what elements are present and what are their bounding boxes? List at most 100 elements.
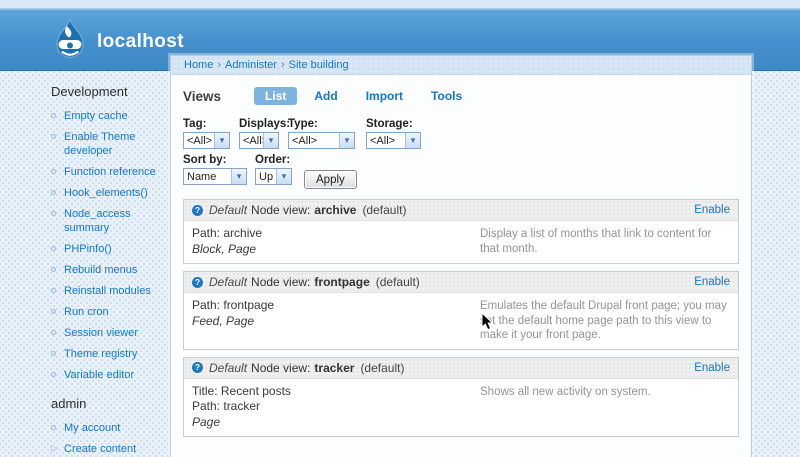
sidebar-link[interactable]: Reinstall modules <box>64 285 151 297</box>
views-list: ? Default Node view: archive (default) E… <box>183 199 739 437</box>
sidebar-item-hook-elements[interactable]: Hook_elements() <box>51 186 168 200</box>
view-description: Display a list of months that link to co… <box>480 228 712 255</box>
tab-add[interactable]: Add <box>303 87 348 105</box>
circle-bullet-icon <box>51 288 56 293</box>
help-icon[interactable]: ? <box>192 276 203 288</box>
type-select[interactable]: <All> ▾ <box>288 132 355 149</box>
view-name: tracker <box>314 360 355 375</box>
view-displays: Block, Page <box>192 241 257 256</box>
order-select[interactable]: Up ▾ <box>255 168 292 185</box>
view-prefix: Default <box>209 203 248 217</box>
view-path: Path: archive <box>192 226 263 240</box>
view-row-archive: ? Default Node view: archive (default) E… <box>183 199 739 264</box>
breadcrumb-administer[interactable]: Administer <box>225 59 277 71</box>
enable-link[interactable]: Enable <box>694 204 730 216</box>
circle-bullet-icon <box>51 211 56 216</box>
drupal-logo-icon[interactable] <box>52 17 88 68</box>
sidebar-link[interactable]: Rebuild menus <box>64 264 137 276</box>
breadcrumb-separator: › <box>217 59 222 71</box>
tag-filter-label: Tag: <box>183 118 207 130</box>
circle-bullet-icon <box>51 267 56 272</box>
sidebar: Development Empty cache Enable Theme dev… <box>0 76 170 457</box>
tab-list[interactable]: List <box>254 87 298 105</box>
dropdown-arrow-icon: ▾ <box>276 169 291 184</box>
dropdown-arrow-icon: ▾ <box>339 133 354 148</box>
tab-import[interactable]: Import <box>355 87 414 105</box>
site-name[interactable]: localhost <box>97 31 184 53</box>
view-name: frontpage <box>314 275 370 289</box>
circle-bullet-icon <box>51 372 56 377</box>
circle-bullet-icon <box>51 190 56 195</box>
dropdown-arrow-icon: ▾ <box>231 169 246 184</box>
tag-select[interactable]: <All> ▾ <box>183 132 230 149</box>
storage-select[interactable]: <All> ▾ <box>366 132 421 149</box>
view-prefix: Default <box>209 275 248 289</box>
mouse-cursor <box>481 311 494 337</box>
view-details: Path: archive Block, Page <box>192 226 480 257</box>
sidebar-link[interactable]: Run cron <box>64 306 109 318</box>
apply-button[interactable]: Apply <box>304 170 357 189</box>
view-description: Shows all new activity on system. <box>480 385 651 398</box>
circle-bullet-icon <box>51 134 56 139</box>
view-row-header: ? Default Node view: archive (default) E… <box>184 200 738 221</box>
circle-bullet-icon <box>51 246 56 251</box>
sidebar-item-phpinfo[interactable]: PHPinfo() <box>51 242 168 256</box>
enable-link[interactable]: Enable <box>694 276 730 288</box>
sidebar-link[interactable]: PHPinfo() <box>64 243 112 255</box>
sort-by-select-value: Name <box>187 170 217 183</box>
storage-filter-label: Storage: <box>366 118 413 130</box>
tab-tools[interactable]: Tools <box>420 87 473 105</box>
view-row-body: Path: archive Block, Page Display a list… <box>184 221 738 263</box>
collapsed-arrow-icon: ▷ <box>51 443 58 453</box>
sidebar-link[interactable]: Hook_elements() <box>64 187 148 199</box>
sidebar-item-empty-cache[interactable]: Empty cache <box>51 109 168 123</box>
help-icon[interactable]: ? <box>192 362 203 373</box>
sidebar-item-enable-theme-developer[interactable]: Enable Theme developer <box>51 130 168 158</box>
view-details: Title: Recent posts Path: tracker Page <box>192 384 480 431</box>
top-strip <box>0 0 800 9</box>
sidebar-item-variable-editor[interactable]: Variable editor <box>51 368 168 382</box>
sidebar-item-my-account[interactable]: My account <box>51 421 168 435</box>
view-row-body: Title: Recent posts Path: tracker Page S… <box>184 379 738 437</box>
sidebar-link[interactable]: Theme registry <box>64 348 137 360</box>
sidebar-link[interactable]: Create content <box>64 443 136 455</box>
breadcrumb: Home › Administer › Site building <box>171 56 751 75</box>
view-row-tracker: ? Default Node view: tracker (default) E… <box>183 356 739 437</box>
view-row-body: Path: frontpage Feed, Page Emulates the … <box>184 293 738 349</box>
content-panel: Home › Administer › Site building Views List… <box>170 55 752 457</box>
sidebar-item-rebuild-menus[interactable]: Rebuild menus <box>51 263 168 277</box>
view-default-badge: (default) <box>375 275 420 289</box>
breadcrumb-home[interactable]: Home <box>184 59 213 71</box>
view-prefix: Default <box>209 360 248 375</box>
view-name: archive <box>314 203 357 217</box>
breadcrumb-separator: › <box>280 59 285 71</box>
view-type-label: Node view: <box>251 275 311 289</box>
sidebar-link[interactable]: Empty cache <box>64 110 128 122</box>
sidebar-link[interactable]: Session viewer <box>64 327 138 339</box>
sidebar-item-session-viewer[interactable]: Session viewer <box>51 326 168 340</box>
sidebar-link[interactable]: My account <box>64 422 120 434</box>
displays-select[interactable]: <All> ▾ <box>239 132 279 149</box>
filters: Tag: <All> ▾ Displays: <All> ▾ <box>183 118 739 189</box>
sidebar-link[interactable]: Node_access summary <box>64 208 131 234</box>
type-filter-label: Type: <box>288 118 318 130</box>
sort-by-select[interactable]: Name ▾ <box>183 168 247 185</box>
page-title: Views <box>183 88 222 104</box>
sidebar-link[interactable]: Enable Theme developer <box>64 131 135 157</box>
view-description: Emulates the default Drupal front page; … <box>480 300 727 341</box>
sidebar-item-reinstall-modules[interactable]: Reinstall modules <box>51 284 168 298</box>
enable-link[interactable]: Enable <box>694 362 730 374</box>
sidebar-link[interactable]: Function reference <box>64 166 156 178</box>
sidebar-item-theme-registry[interactable]: Theme registry <box>51 347 168 361</box>
view-details: Path: frontpage Feed, Page <box>192 298 480 343</box>
sidebar-link[interactable]: Variable editor <box>64 369 134 381</box>
sidebar-item-function-reference[interactable]: Function reference <box>51 165 168 179</box>
view-type-label: Node view: <box>251 203 311 217</box>
dropdown-arrow-icon: ▾ <box>263 133 278 148</box>
sidebar-item-create-content[interactable]: ▷ Create content <box>51 442 168 456</box>
breadcrumb-site-building[interactable]: Site building <box>289 59 349 71</box>
help-icon[interactable]: ? <box>192 204 203 216</box>
sidebar-item-run-cron[interactable]: Run cron <box>51 305 168 319</box>
sidebar-item-node-access-summary[interactable]: Node_access summary <box>51 207 168 235</box>
view-path: Path: tracker <box>192 399 261 413</box>
